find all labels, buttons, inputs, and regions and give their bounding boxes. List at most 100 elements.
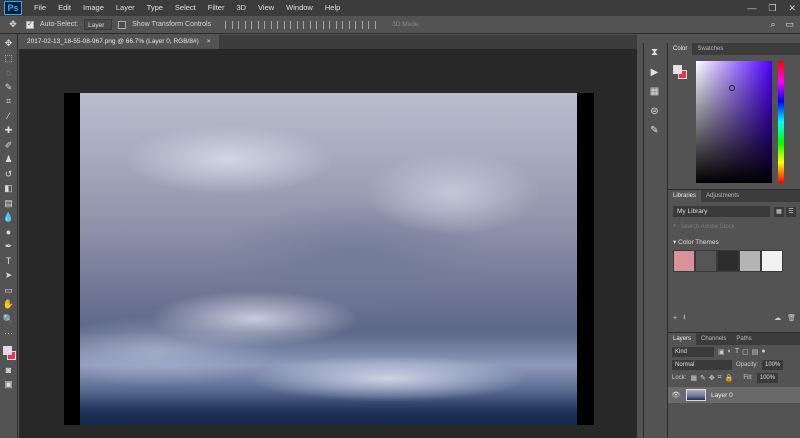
theme-swatch[interactable] xyxy=(739,250,761,272)
align-right-icon[interactable] xyxy=(290,20,299,29)
eraser-tool-icon[interactable]: ◧ xyxy=(2,183,16,195)
move-tool-preset-icon[interactable]: ✥ xyxy=(6,19,20,31)
menu-file[interactable]: File xyxy=(28,0,52,16)
tab-color[interactable]: Color xyxy=(668,43,693,55)
document-canvas[interactable] xyxy=(64,93,594,425)
panel-foreground-swatch[interactable] xyxy=(673,65,682,74)
screen-mode-icon[interactable]: ▣ xyxy=(2,379,16,391)
more-tools-icon[interactable]: ⋯ xyxy=(2,328,16,340)
minimize-icon[interactable]: — xyxy=(747,3,756,13)
properties-panel-icon[interactable]: ▦ xyxy=(648,86,662,98)
tab-layers[interactable]: Layers xyxy=(668,333,697,345)
upload-icon[interactable]: ⭳ xyxy=(683,313,685,324)
history-brush-tool-icon[interactable]: ↺ xyxy=(2,169,16,181)
distribute-left-icon[interactable] xyxy=(342,20,351,29)
color-themes-header[interactable]: ▾ Color Themes xyxy=(668,232,800,250)
restore-icon[interactable]: ❐ xyxy=(768,3,776,14)
menu-window[interactable]: Window xyxy=(280,0,319,16)
actions-panel-icon[interactable]: ▶ xyxy=(648,67,662,79)
zoom-tool-icon[interactable]: 🔍 xyxy=(2,314,16,326)
eye-icon[interactable]: 👁 xyxy=(671,391,681,399)
lock-image-icon[interactable]: ✎ xyxy=(700,374,706,382)
history-panel-icon[interactable]: ⧗ xyxy=(648,47,662,59)
canvas-area[interactable] xyxy=(19,49,637,438)
distribute-bottom-icon[interactable] xyxy=(329,20,338,29)
rectangle-tool-icon[interactable]: ▭ xyxy=(2,285,16,297)
color-picker-cursor[interactable] xyxy=(729,85,735,91)
blur-tool-icon[interactable]: 💧 xyxy=(2,212,16,224)
filter-toggle-icon[interactable]: ● xyxy=(761,348,765,356)
layer-row[interactable]: 👁 Layer 0 xyxy=(668,387,800,403)
brush-presets-icon[interactable]: ✎ xyxy=(648,125,662,137)
distribute-right-icon[interactable] xyxy=(368,20,377,29)
show-transform-checkbox[interactable] xyxy=(118,20,127,29)
hue-slider[interactable] xyxy=(778,61,784,183)
menu-filter[interactable]: Filter xyxy=(202,0,231,16)
align-hcenter-icon[interactable] xyxy=(277,20,286,29)
menu-layer[interactable]: Layer xyxy=(110,0,141,16)
lock-transparent-icon[interactable]: ▦ xyxy=(690,374,697,382)
auto-select-dropdown[interactable]: Layer xyxy=(84,19,113,30)
tab-channels[interactable]: Channels xyxy=(696,333,731,345)
tab-paths[interactable]: Paths xyxy=(731,333,756,345)
close-icon[interactable]: ✕ xyxy=(788,3,796,14)
stock-search[interactable]: ⌕ Search Adobe Stock xyxy=(668,221,800,232)
theme-swatch[interactable] xyxy=(761,250,783,272)
search-icon[interactable]: ⌕ xyxy=(770,19,775,30)
distribute-vcenter-icon[interactable] xyxy=(316,20,325,29)
path-selection-tool-icon[interactable]: ➤ xyxy=(2,270,16,282)
color-theme-swatches[interactable] xyxy=(668,250,800,272)
adjustment-filter-icon[interactable]: ◐ xyxy=(728,348,732,356)
menu-help[interactable]: Help xyxy=(319,0,346,16)
distribute-top-icon[interactable] xyxy=(303,20,312,29)
theme-swatch[interactable] xyxy=(673,250,695,272)
type-tool-icon[interactable]: T xyxy=(2,256,16,268)
brush-tool-icon[interactable]: ✐ xyxy=(2,140,16,152)
kind-filter-dropdown[interactable]: Kind xyxy=(672,346,714,357)
quick-select-tool-icon[interactable]: ✎ xyxy=(2,82,16,94)
gradient-tool-icon[interactable]: ▤ xyxy=(2,198,16,210)
hand-tool-icon[interactable]: ✋ xyxy=(2,299,16,311)
eyedropper-tool-icon[interactable]: ⁄ xyxy=(2,111,16,123)
menu-type[interactable]: Type xyxy=(141,0,169,16)
color-field[interactable] xyxy=(696,61,772,183)
distribute-hcenter-icon[interactable] xyxy=(355,20,364,29)
foreground-color-swatch[interactable] xyxy=(2,345,12,355)
smart-object-filter-icon[interactable]: ▤ xyxy=(752,348,759,356)
fill-field[interactable]: 100% xyxy=(756,372,779,383)
grid-view-icon[interactable]: ▦ xyxy=(774,206,784,217)
add-content-icon[interactable]: + xyxy=(673,315,677,322)
healing-brush-tool-icon[interactable]: ✚ xyxy=(2,125,16,137)
align-bottom-icon[interactable] xyxy=(251,20,260,29)
shape-filter-icon[interactable]: ▢ xyxy=(742,348,749,356)
align-top-icon[interactable] xyxy=(225,20,234,29)
lock-all-icon[interactable]: 🔒 xyxy=(725,374,734,382)
tab-swatches[interactable]: Swatches xyxy=(692,43,728,55)
creative-cloud-icon[interactable]: ☁ xyxy=(774,314,781,322)
lock-position-icon[interactable]: ✥ xyxy=(709,374,715,382)
clone-stamp-tool-icon[interactable]: ♟ xyxy=(2,154,16,166)
align-vcenter-icon[interactable] xyxy=(238,20,247,29)
tab-adjustments[interactable]: Adjustments xyxy=(701,190,744,202)
blend-mode-dropdown[interactable]: Normal xyxy=(672,359,732,370)
list-view-icon[interactable]: ☰ xyxy=(786,206,796,217)
lasso-tool-icon[interactable]: ◌ xyxy=(2,67,16,79)
type-filter-icon[interactable]: T xyxy=(735,348,739,356)
menu-view[interactable]: View xyxy=(252,0,280,16)
library-dropdown[interactable]: My Library xyxy=(673,206,770,217)
align-left-icon[interactable] xyxy=(264,20,273,29)
auto-select-checkbox[interactable]: ✓ xyxy=(26,20,34,29)
layer-name[interactable]: Layer 0 xyxy=(711,392,733,399)
color-swatches[interactable] xyxy=(2,345,16,362)
quick-mask-icon[interactable]: ◙ xyxy=(2,365,16,377)
crop-tool-icon[interactable]: ⌗ xyxy=(2,96,16,108)
close-tab-icon[interactable]: × xyxy=(207,35,211,49)
menu-image[interactable]: Image xyxy=(77,0,110,16)
menu-select[interactable]: Select xyxy=(169,0,202,16)
dodge-tool-icon[interactable]: ● xyxy=(2,227,16,239)
pixel-filter-icon[interactable]: ▣ xyxy=(718,348,725,356)
menu-edit[interactable]: Edit xyxy=(52,0,77,16)
pen-tool-icon[interactable]: ✒ xyxy=(2,241,16,253)
document-tab[interactable]: 2017-02-13_18-55-08-967.png @ 66.7% (Lay… xyxy=(19,35,219,49)
menu-3d[interactable]: 3D xyxy=(230,0,252,16)
